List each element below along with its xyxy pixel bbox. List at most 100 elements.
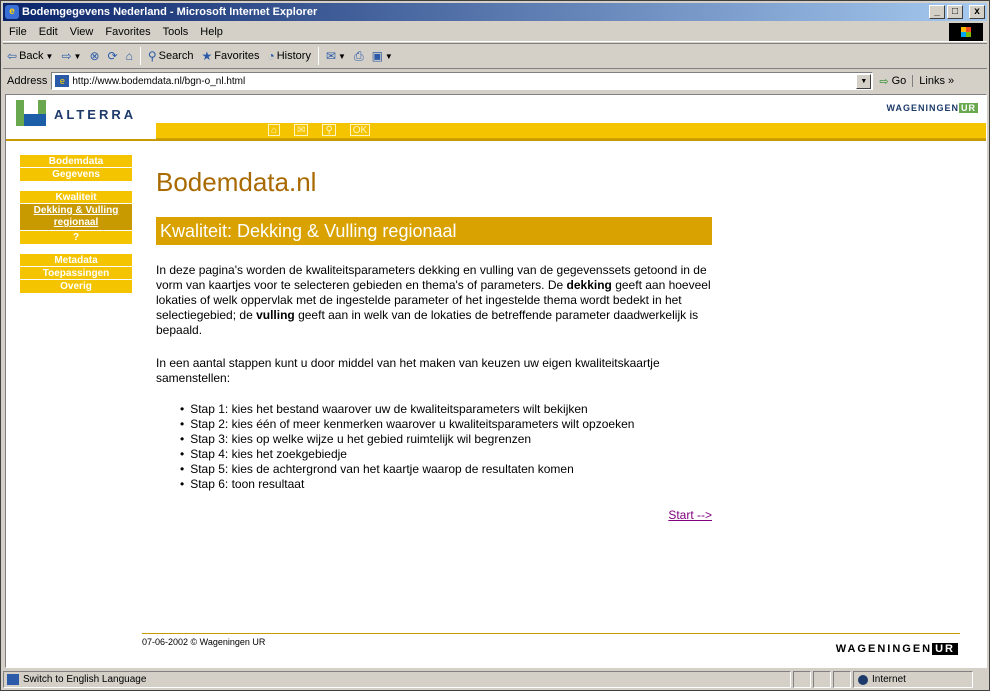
favorites-button[interactable]: ★ Favorites xyxy=(197,49,263,63)
go-arrow-icon: ⇨ xyxy=(879,75,889,88)
site-header: ALTERRA WAGENINGEN UR xyxy=(6,95,986,126)
go-button[interactable]: ⇨ Go xyxy=(873,75,912,88)
globe-icon xyxy=(858,674,868,685)
status-cell xyxy=(793,671,811,688)
wageningen-footer-logo[interactable]: WAGENINGEN UR xyxy=(836,643,958,655)
print-icon: ⎙ xyxy=(353,48,364,63)
sidebar-item-metadata[interactable]: Metadata xyxy=(20,254,132,267)
browser-window: e Bodemgegevens Nederland - Microsoft In… xyxy=(0,0,990,691)
stop-button[interactable]: ⊗ xyxy=(85,49,103,63)
site-title: Bodemdata.nl xyxy=(156,167,317,197)
forward-arrow-icon: ⇨ xyxy=(61,49,72,63)
maximize-button[interactable]: □ xyxy=(947,5,963,19)
back-arrow-icon: ⇦ xyxy=(7,49,18,63)
menu-bar: File Edit View Favorites Tools Help xyxy=(3,22,987,42)
sidebar: Bodemdata Gegevens Kwaliteit Dekking & V… xyxy=(20,155,132,303)
window-title: Bodemgegevens Nederland - Microsoft Inte… xyxy=(22,6,318,18)
address-label: Address xyxy=(7,75,48,87)
sidebar-item-gegevens[interactable]: Gegevens xyxy=(20,168,132,181)
edit-dropdown-icon[interactable]: ▼ xyxy=(385,52,393,61)
edit-icon: ▣ xyxy=(371,49,383,63)
ok-icon[interactable]: OK xyxy=(349,124,371,136)
address-input[interactable]: e http://www.bodemdata.nl/bgn-o_nl.html … xyxy=(51,72,874,90)
search-icon: ⚲ xyxy=(147,49,157,63)
history-button[interactable]: ◔ History xyxy=(263,49,314,63)
start-link[interactable]: Start --> xyxy=(668,508,712,522)
close-button[interactable]: x xyxy=(969,5,985,19)
forward-button[interactable]: ⇨ ▼ xyxy=(57,49,85,63)
term-dekking: dekking xyxy=(566,278,612,292)
windows-logo-icon xyxy=(949,23,983,41)
back-label: Back xyxy=(19,50,44,62)
address-url[interactable]: http://www.bodemdata.nl/bgn-o_nl.html xyxy=(72,76,856,87)
steps-list: Stap 1: kies het bestand waarover uw de … xyxy=(156,402,716,492)
list-item: Stap 3: kies op welke wijze u het gebied… xyxy=(180,432,716,447)
status-text: Switch to English Language xyxy=(23,674,147,685)
site-nav-bar: ⌂ ✉ ⚲ OK xyxy=(156,123,986,139)
resize-grip-icon[interactable] xyxy=(973,671,987,688)
zone-label: Internet xyxy=(872,674,906,685)
home-icon[interactable]: ⌂ xyxy=(268,124,281,136)
back-button[interactable]: ⇦ Back ▼ xyxy=(3,49,57,63)
home-icon: ⌂ xyxy=(125,49,133,63)
refresh-button[interactable]: ⟳ xyxy=(104,49,122,63)
sidebar-item-bodemdata[interactable]: Bodemdata xyxy=(20,155,132,168)
search-label: Search xyxy=(158,50,194,62)
search-button[interactable]: ⚲ Search xyxy=(144,49,198,63)
alterra-logo-icon[interactable] xyxy=(16,100,46,126)
ur-text: UR xyxy=(959,103,978,113)
sidebar-item-overig[interactable]: Overig xyxy=(20,280,132,293)
status-text-panel: Switch to English Language xyxy=(3,671,791,688)
title-bar[interactable]: e Bodemgegevens Nederland - Microsoft In… xyxy=(3,3,987,21)
menu-tools[interactable]: Tools xyxy=(157,26,195,38)
forward-dropdown-icon[interactable]: ▼ xyxy=(74,52,82,61)
links-button[interactable]: Links » xyxy=(912,75,954,87)
page-icon: e xyxy=(55,75,70,87)
history-label: History xyxy=(276,50,311,62)
page-content: ALTERRA WAGENINGEN UR ⌂ ✉ ⚲ OK Bodemdata … xyxy=(5,94,987,668)
page-icon xyxy=(7,674,19,685)
main-content: Bodemdata.nl Kwaliteit: Dekking & Vullin… xyxy=(156,155,716,522)
section-title: Kwaliteit: Dekking & Vulling regionaal xyxy=(156,217,712,245)
menu-file[interactable]: File xyxy=(3,26,33,38)
favorites-icon: ★ xyxy=(201,49,213,63)
sidebar-item-toepassingen[interactable]: Toepassingen xyxy=(20,267,132,280)
go-label: Go xyxy=(891,75,907,87)
menu-help[interactable]: Help xyxy=(194,26,229,38)
header-divider xyxy=(6,139,986,141)
minimize-button[interactable]: _ xyxy=(929,5,945,19)
wageningen-logo[interactable]: WAGENINGEN UR xyxy=(886,103,978,113)
list-item: Stap 6: toon resultaat xyxy=(180,477,716,492)
status-bar: Switch to English Language Internet xyxy=(3,670,987,689)
footer-date: 07-06-2002 © Wageningen UR xyxy=(142,637,266,647)
search-icon[interactable]: ⚲ xyxy=(322,124,336,136)
menu-view[interactable]: View xyxy=(64,26,100,38)
list-item: Stap 4: kies het zoekgebiedje xyxy=(180,447,716,462)
home-button[interactable]: ⌂ xyxy=(122,49,137,63)
status-cell xyxy=(833,671,851,688)
mail-button[interactable]: ✉ ▼ xyxy=(322,49,350,63)
sidebar-item-help[interactable]: ? xyxy=(20,231,132,244)
alterra-logo-text[interactable]: ALTERRA xyxy=(54,107,136,122)
address-dropdown-icon[interactable]: ▼ xyxy=(856,73,872,89)
term-vulling: vulling xyxy=(256,308,295,322)
toolbar: ⇦ Back ▼ ⇨ ▼ ⊗ ⟳ ⌂ ⚲ Search ★ Favorites … xyxy=(3,43,987,69)
favorites-label: Favorites xyxy=(214,50,260,62)
list-item: Stap 5: kies de achtergrond van het kaar… xyxy=(180,462,716,477)
intro-paragraph: In deze pagina's worden de kwaliteitspar… xyxy=(156,263,711,337)
menu-edit[interactable]: Edit xyxy=(33,26,64,38)
edit-button[interactable]: ▣ ▼ xyxy=(368,49,397,63)
sidebar-item-kwaliteit[interactable]: Kwaliteit xyxy=(20,191,132,204)
mail-dropdown-icon[interactable]: ▼ xyxy=(338,52,346,61)
refresh-icon: ⟳ xyxy=(107,49,118,63)
back-dropdown-icon[interactable]: ▼ xyxy=(46,52,54,61)
stop-icon: ⊗ xyxy=(89,49,100,63)
ur-text: UR xyxy=(932,643,958,655)
mail-icon[interactable]: ✉ xyxy=(294,124,309,136)
menu-favorites[interactable]: Favorites xyxy=(99,26,156,38)
wageningen-text: WAGENINGEN xyxy=(835,643,933,655)
footer-divider xyxy=(142,633,960,634)
sidebar-group-quality: Kwaliteit Dekking & Vulling regionaal ? xyxy=(20,191,132,244)
print-button[interactable]: ⎙ xyxy=(350,49,368,64)
sidebar-item-dekking-vulling[interactable]: Dekking & Vulling regionaal xyxy=(20,204,132,231)
